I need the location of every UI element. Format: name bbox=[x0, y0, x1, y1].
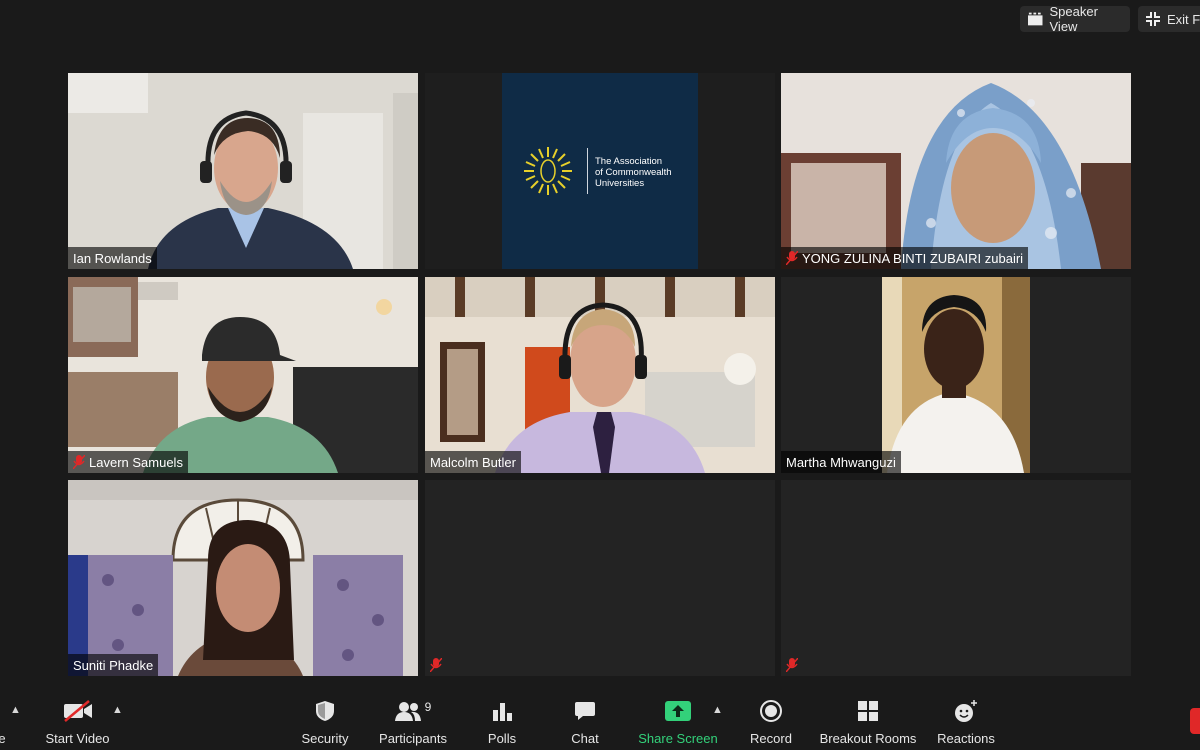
participants-icon bbox=[394, 702, 421, 721]
mic-muted-icon bbox=[429, 657, 443, 673]
video-tile-suniti-phadke[interactable]: Suniti Phadke bbox=[68, 480, 418, 676]
mic-muted-icon bbox=[785, 250, 799, 266]
video-tile-ian-rowlands[interactable]: Ian Rowlands bbox=[68, 73, 418, 269]
participant-name-label: Martha Mhwanguzi bbox=[781, 451, 901, 473]
breakout-rooms-button[interactable]: Breakout Rooms bbox=[818, 698, 918, 746]
participants-label: Participants bbox=[379, 731, 447, 746]
video-tile-malcolm-butler[interactable]: Malcolm Butler bbox=[425, 277, 775, 473]
share-screen-icon bbox=[665, 701, 691, 721]
share-options-caret[interactable]: ▲ bbox=[712, 704, 723, 716]
chat-button[interactable]: Chat bbox=[565, 698, 605, 746]
participant-name-label bbox=[425, 654, 447, 676]
participant-name-label: Suniti Phadke bbox=[68, 654, 159, 676]
participant-name: Ian Rowlands bbox=[73, 250, 152, 266]
reactions-label: Reactions bbox=[937, 731, 995, 746]
smiley-add-icon bbox=[955, 700, 977, 722]
participant-name-label: Ian Rowlands bbox=[68, 247, 157, 269]
audio-options-caret[interactable]: ▲ bbox=[10, 704, 21, 716]
share-screen-label: Share Screen bbox=[638, 731, 718, 746]
meeting-toolbar: e ▲ Start Video ▲ Security 9 Participant… bbox=[0, 688, 1200, 750]
record-button[interactable]: Record bbox=[748, 698, 794, 746]
shield-icon bbox=[316, 701, 334, 721]
speaker-view-label: Speaker View bbox=[1049, 4, 1098, 34]
security-button[interactable]: Security bbox=[298, 698, 352, 746]
participant-video bbox=[68, 73, 418, 269]
chat-label: Chat bbox=[571, 731, 599, 746]
participant-name-label: Malcolm Butler bbox=[425, 451, 521, 473]
video-tile-empty-2[interactable] bbox=[781, 480, 1131, 676]
mic-muted-icon bbox=[785, 657, 799, 673]
participant-name: Lavern Samuels bbox=[89, 454, 183, 470]
grid-view-icon bbox=[1028, 12, 1043, 26]
exit-fullscreen-icon bbox=[1146, 12, 1160, 26]
record-label: Record bbox=[750, 731, 792, 746]
start-video-label: Start Video bbox=[45, 731, 110, 746]
video-tile-martha[interactable]: Martha Mhwanguzi bbox=[781, 277, 1131, 473]
speaker-view-button[interactable]: Speaker View bbox=[1020, 4, 1130, 34]
participant-video bbox=[781, 73, 1131, 269]
video-tile-empty-1[interactable] bbox=[425, 480, 775, 676]
breakout-rooms-label: Breakout Rooms bbox=[819, 731, 917, 746]
breakout-rooms-icon bbox=[858, 701, 878, 721]
participant-name-label: Lavern Samuels bbox=[68, 451, 188, 473]
unmute-label: e bbox=[0, 731, 6, 746]
mic-muted-icon bbox=[72, 454, 86, 470]
participant-name: Martha Mhwanguzi bbox=[786, 454, 896, 470]
polls-icon bbox=[493, 703, 512, 721]
video-off-icon bbox=[63, 700, 92, 722]
participant-name-label: YONG ZULINA BINTI ZUBAIRI zubairi bbox=[781, 247, 1029, 269]
participant-video bbox=[68, 480, 418, 676]
acu-sunburst-logo bbox=[524, 147, 572, 195]
participant-name-label bbox=[781, 654, 803, 676]
share-screen-button[interactable]: Share Screen bbox=[638, 698, 718, 746]
polls-label: Polls bbox=[487, 731, 517, 746]
participant-video bbox=[882, 277, 1030, 473]
participants-button[interactable]: 9 Participants bbox=[376, 698, 450, 746]
participant-name: YONG ZULINA BINTI ZUBAIRI zubairi bbox=[802, 250, 1024, 266]
reactions-button[interactable]: Reactions bbox=[934, 698, 998, 746]
polls-button[interactable]: Polls bbox=[480, 698, 524, 746]
logo-divider bbox=[587, 148, 588, 194]
video-tile-lavern-samuels[interactable]: Lavern Samuels bbox=[68, 277, 418, 473]
unmute-button[interactable]: e bbox=[0, 698, 8, 746]
acu-line-3: Universities bbox=[595, 178, 645, 189]
video-tile-yong-zulina[interactable]: YONG ZULINA BINTI ZUBAIRI zubairi bbox=[781, 73, 1131, 269]
participant-video bbox=[425, 277, 775, 473]
participant-name: Malcolm Butler bbox=[430, 454, 516, 470]
acu-wordmark: The Association of Commonwealth Universi… bbox=[595, 156, 672, 189]
end-meeting-button[interactable] bbox=[1190, 708, 1200, 734]
record-icon bbox=[760, 700, 782, 722]
security-label: Security bbox=[301, 731, 349, 746]
participants-count: 9 bbox=[424, 700, 432, 714]
chat-bubble-icon bbox=[575, 702, 595, 720]
exit-fullscreen-button[interactable]: Exit Fu bbox=[1138, 6, 1200, 32]
participant-name: Suniti Phadke bbox=[73, 657, 154, 673]
video-tile-acu[interactable]: The Association of Commonwealth Universi… bbox=[425, 73, 775, 269]
acu-logo-panel: The Association of Commonwealth Universi… bbox=[502, 73, 698, 269]
start-video-button[interactable]: Start Video bbox=[40, 698, 115, 746]
participant-video bbox=[68, 277, 418, 473]
exit-fullscreen-label: Exit Fu bbox=[1167, 11, 1200, 27]
acu-line-1: The Association bbox=[595, 156, 663, 167]
acu-line-2: of Commonwealth bbox=[595, 167, 672, 178]
video-options-caret[interactable]: ▲ bbox=[112, 704, 123, 716]
